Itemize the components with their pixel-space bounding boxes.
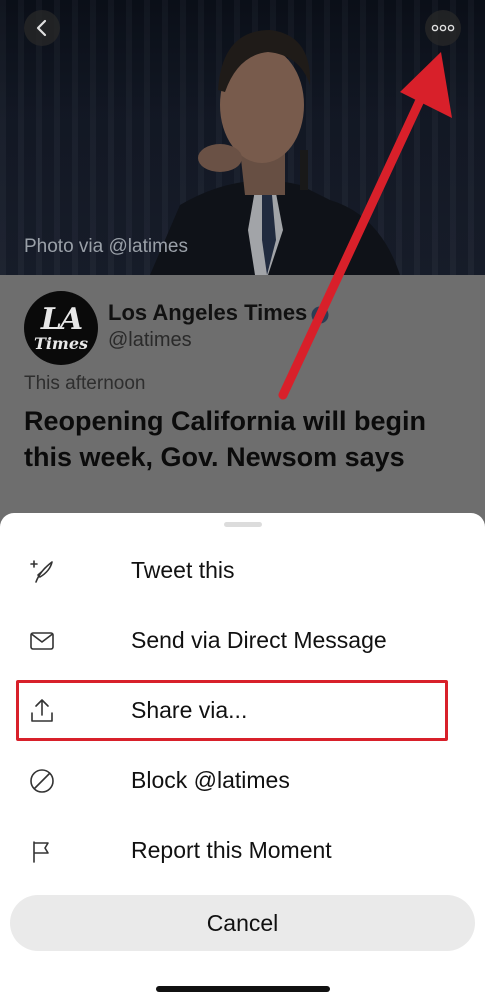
menu-item-block[interactable]: Block @latimes: [0, 745, 485, 815]
chevron-left-icon: [36, 19, 47, 37]
verified-badge-icon: [311, 306, 329, 324]
hero-photo: [0, 0, 485, 275]
publisher-name[interactable]: Los Angeles Times: [108, 300, 307, 326]
menu-item-send-dm[interactable]: Send via Direct Message: [0, 605, 485, 675]
publisher-logo[interactable]: LA Times: [24, 291, 98, 365]
menu-item-label: Tweet this: [131, 557, 235, 583]
compose-tweet-icon: [30, 560, 53, 583]
more-horizontal-icon: [431, 24, 455, 32]
logo-text-la: LA: [40, 301, 83, 337]
flag-icon: [33, 841, 49, 863]
photo-credit: Photo via @latimes: [24, 236, 188, 257]
moment-timestamp: This afternoon: [24, 373, 146, 394]
publisher-handle[interactable]: @latimes: [108, 329, 192, 352]
back-button[interactable]: [24, 10, 60, 46]
menu-item-tweet-this[interactable]: Tweet this: [0, 535, 485, 605]
moment-headline: Reopening California will begin this wee…: [24, 406, 427, 472]
logo-text-times: Times: [33, 333, 89, 353]
menu-item-report[interactable]: Report this Moment: [0, 815, 485, 885]
sheet-drag-handle[interactable]: [224, 522, 262, 527]
block-icon: [30, 769, 54, 793]
envelope-icon: [30, 632, 54, 650]
home-indicator: [156, 986, 330, 992]
share-highlight-box: [16, 680, 448, 741]
hero-dim-overlay: [0, 0, 485, 275]
menu-item-label: Block @latimes: [131, 767, 290, 793]
more-options-button[interactable]: [425, 10, 461, 46]
menu-item-label: Report this Moment: [131, 837, 332, 863]
cancel-button[interactable]: Cancel: [10, 895, 475, 951]
menu-item-label: Send via Direct Message: [131, 627, 387, 653]
